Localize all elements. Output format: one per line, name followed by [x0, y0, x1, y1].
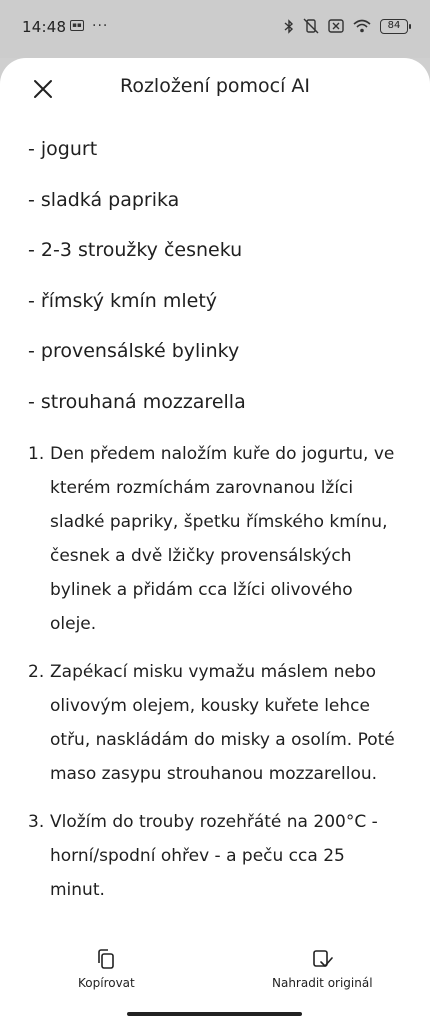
step-item: 1. Den předem naložím kuře do jogurtu, v… [28, 437, 408, 641]
copy-icon [98, 949, 115, 969]
ingredient-item: - 2-3 stroužky česneku [28, 239, 243, 261]
ingredient-item: - římský kmín mletý [28, 289, 218, 312]
ingredient-item: - sladká paprika [28, 188, 180, 211]
status-right-icons: 84 [284, 18, 411, 34]
recipe-content: - jogurt - sladká paprika - 2-3 stroužky… [28, 132, 408, 921]
step-text: Vložím do trouby rozehřáté na 200°C - ho… [50, 812, 378, 900]
bluetooth-icon [284, 18, 294, 34]
sheet-header: Rozložení pomocí AI [0, 58, 430, 120]
battery-icon: 84 [380, 18, 411, 34]
page-title: Rozložení pomocí AI [119, 75, 311, 97]
ai-layout-sheet: Rozložení pomocí AI - jogurt - sladká pa… [0, 58, 430, 1024]
sim-icon: ▪▪ [70, 20, 84, 31]
home-indicator[interactable] [127, 1012, 302, 1016]
ingredient-item: - provensálské bylinky [28, 340, 240, 362]
status-bar: 14:48 ▪▪ ··· 84 [0, 0, 430, 58]
vibrate-off-icon [303, 18, 319, 34]
ingredient-item: - strouhaná mozzarella [28, 390, 246, 413]
replace-icon [313, 950, 334, 967]
status-time: 14:48 [22, 18, 67, 36]
step-number: 3. [28, 812, 45, 832]
step-item: 2. Zapékací misku vymažu máslem nebo oli… [28, 655, 408, 791]
overflow-dots: ··· [92, 17, 109, 34]
step-text: Zapékací misku vymažu máslem nebo olivov… [50, 662, 395, 784]
copy-button[interactable]: Kopírovat [78, 948, 135, 990]
no-sim-icon [328, 19, 344, 33]
step-item: 3. Vložím do trouby rozehřáté na 200°C -… [28, 805, 408, 907]
replace-original-label: Nahradit originál [272, 976, 373, 990]
step-number: 1. [28, 444, 45, 464]
copy-label: Kopírovat [78, 976, 135, 990]
step-text: Den předem naložím kuře do jogurtu, ve k… [50, 444, 395, 634]
ingredient-item: - jogurt [28, 138, 98, 160]
wifi-icon [353, 19, 371, 33]
ingredient-list: - jogurt - sladká paprika - 2-3 stroužky… [28, 132, 408, 435]
step-number: 2. [28, 662, 45, 682]
replace-original-button[interactable]: Nahradit originál [272, 948, 373, 990]
status-left-icons: ▪▪ ··· [70, 17, 109, 34]
step-list: 1. Den předem naložím kuře do jogurtu, v… [28, 437, 408, 907]
